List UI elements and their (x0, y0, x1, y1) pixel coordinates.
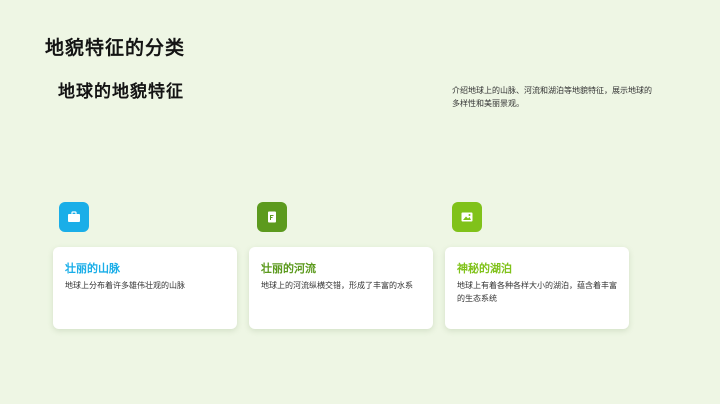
card-title: 壮丽的河流 (261, 262, 316, 275)
card-text: 地球上的河流纵横交错，形成了丰富的水系 (261, 281, 413, 290)
card-text: 地球上分布着许多雄伟壮观的山脉 (65, 281, 185, 290)
image-icon (452, 202, 482, 232)
card-mountains: 壮丽的山脉 地球上分布着许多雄伟壮观的山脉 (53, 247, 237, 329)
card-title: 神秘的湖泊 (457, 262, 512, 275)
slide-title: 地貌特征的分类 (45, 37, 186, 59)
card-title: 壮丽的山脉 (65, 262, 120, 275)
card-rivers: 壮丽的河流 地球上的河流纵横交错，形成了丰富的水系 (249, 247, 433, 329)
document-icon (257, 202, 287, 232)
briefcase-icon (59, 202, 89, 232)
slide: 地貌特征的分类 地球的地貌特征 介绍地球上的山脉、河流和湖泊等地貌特征，展示地球… (0, 0, 720, 404)
card-text: 地球上有着各种各样大小的湖泊，蕴含着丰富的生态系统 (457, 281, 617, 303)
slide-subtitle: 地球的地貌特征 (58, 82, 184, 102)
slide-description: 介绍地球上的山脉、河流和湖泊等地貌特征，展示地球的多样性和美丽景观。 (452, 86, 652, 108)
card-lakes: 神秘的湖泊 地球上有着各种各样大小的湖泊，蕴含着丰富的生态系统 (445, 247, 629, 329)
